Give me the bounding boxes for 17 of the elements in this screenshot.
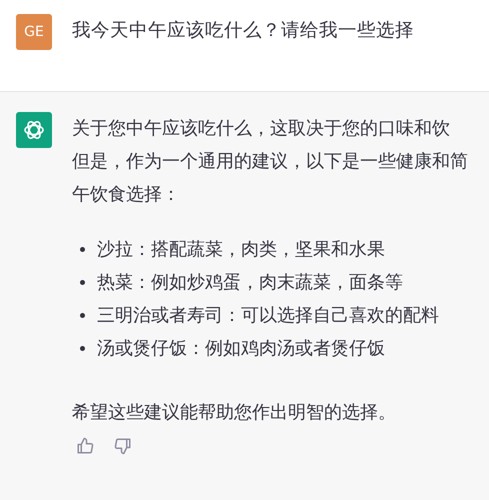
- closing-text: 希望这些建议能帮助您作出明智的选择。: [72, 401, 397, 425]
- assistant-logo-icon: [16, 112, 52, 148]
- user-avatar: GE: [16, 14, 52, 50]
- list-item-text: 三明治或者寿司：可以选择自己喜欢的配料: [97, 304, 439, 328]
- answer-text-line: 午饮食选择：: [72, 183, 181, 207]
- thumbs-up-icon[interactable]: [76, 437, 94, 455]
- bullet-icon: [80, 247, 85, 252]
- answer-text-line: 关于您中午应该吃什么，这取决于您的口味和饮: [72, 117, 451, 141]
- list-item-text: 热菜：例如炒鸡蛋，肉末蔬菜，面条等: [97, 271, 403, 295]
- user-message: 我今天中午应该吃什么？请给我一些选择: [72, 19, 414, 43]
- bullet-icon: [80, 313, 85, 318]
- answer-text-line: 但是，作为一个通用的建议，以下是一些健康和简: [72, 150, 468, 174]
- bullet-icon: [80, 346, 85, 351]
- list-item-text: 沙拉：搭配蔬菜，肉类，坚果和水果: [97, 238, 385, 262]
- list-item-text: 汤或煲仔饭：例如鸡肉汤或者煲仔饭: [97, 337, 385, 361]
- thumbs-down-icon[interactable]: [114, 437, 132, 455]
- bullet-icon: [80, 280, 85, 285]
